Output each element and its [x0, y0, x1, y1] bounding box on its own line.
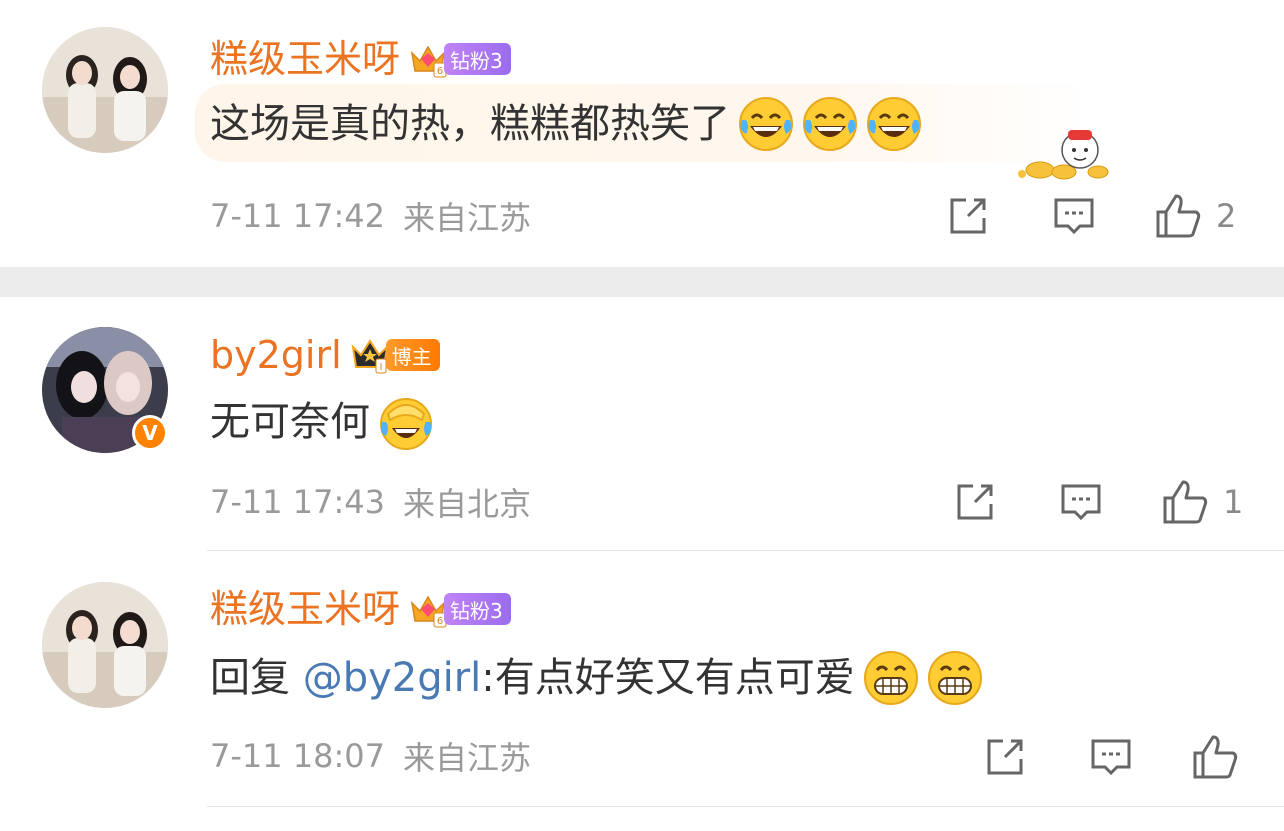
share-button[interactable] — [983, 735, 1027, 779]
blogger-badge[interactable]: I 博主 — [350, 335, 440, 375]
comment-actions: 2 — [946, 189, 1236, 243]
comment-actions: 1 — [953, 475, 1243, 529]
fan-badge[interactable]: 6 钻粉3 — [408, 589, 511, 629]
svg-text:6: 6 — [437, 616, 443, 627]
comment-location: 来自江苏 — [403, 739, 532, 777]
comment-item: 糕级玉米呀 6 钻粉3 回复 @by2girl:有点好笑又有点可爱 7-11 1… — [0, 551, 1284, 807]
share-button[interactable] — [946, 194, 990, 238]
comment-time: 7-11 17:42 — [210, 197, 386, 235]
fortune-doll-icon — [1018, 130, 1109, 180]
comment-item: 糕级玉米呀 6 钻粉3 这场是真的热，糕糕都热笑了 7-11 17:42 来自江… — [0, 0, 1284, 267]
user-mention[interactable]: @by2girl — [303, 655, 482, 701]
laugh-cry-emoji — [867, 97, 921, 151]
avatar[interactable] — [42, 582, 168, 708]
thumbs-up-icon — [1156, 194, 1201, 238]
comment-icon — [1091, 739, 1131, 776]
verified-badge: V — [132, 415, 168, 451]
comment-header: 糕级玉米呀 6 钻粉3 — [210, 36, 511, 82]
comment-content: 无可奈何 — [210, 392, 434, 452]
svg-text:6: 6 — [437, 66, 443, 77]
like-button[interactable]: 1 — [1161, 478, 1243, 526]
avatar[interactable] — [42, 27, 168, 153]
comment-text: 这场是真的热，糕糕都热笑了 — [210, 101, 730, 147]
like-button[interactable] — [1191, 733, 1239, 781]
comment-icon — [1054, 198, 1094, 235]
comment-location: 来自北京 — [403, 485, 532, 523]
comment-item: V by2girl I 博主 无可奈何 7-11 17:43 来自北京 1 — [0, 297, 1284, 551]
reply-button[interactable] — [1052, 194, 1096, 238]
reply-prefix: 回复 — [210, 655, 303, 701]
comment-header: 糕级玉米呀 6 钻粉3 — [210, 586, 511, 632]
share-button[interactable] — [953, 480, 997, 524]
fan-badge[interactable]: 6 钻粉3 — [408, 39, 511, 79]
section-divider — [0, 267, 1284, 297]
diamond-crown-icon: 6 — [410, 45, 447, 78]
blogger-badge-label: 博主 — [385, 339, 440, 371]
thumbs-up-icon — [1193, 735, 1238, 779]
comment-content: 这场是真的热，糕糕都热笑了 — [210, 94, 922, 154]
like-button[interactable]: 2 — [1154, 192, 1236, 240]
grin-emoji — [863, 651, 918, 705]
grin-emoji — [927, 651, 982, 705]
comment-text: 无可奈何 — [210, 399, 370, 445]
share-icon — [950, 198, 986, 234]
comment-location: 来自江苏 — [403, 199, 532, 237]
comment-content: 回复 @by2girl:有点好笑又有点可爱 — [210, 648, 983, 708]
comment-time: 7-11 18:07 — [210, 737, 386, 775]
reply-button[interactable] — [1059, 480, 1103, 524]
share-icon — [987, 739, 1023, 775]
crown-star-icon: I — [351, 339, 389, 374]
laugh-cry-emoji — [803, 97, 857, 151]
facepalm-laugh-emoji — [380, 398, 432, 450]
share-icon — [957, 484, 993, 520]
fan-badge-label: 钻粉3 — [444, 593, 511, 625]
comment-icon — [1061, 484, 1101, 521]
comment-header: by2girl I 博主 — [210, 332, 440, 378]
comment-meta: 7-11 17:43 来自北京 — [210, 480, 531, 524]
diamond-crown-icon: 6 — [410, 595, 447, 628]
comment-text: :有点好笑又有点可爱 — [481, 655, 855, 701]
username[interactable]: 糕级玉米呀 — [210, 36, 400, 82]
comment-text-reply: 回复 @by2girl:有点好笑又有点可爱 — [210, 648, 855, 708]
username[interactable]: by2girl — [210, 332, 342, 378]
reply-button[interactable] — [1089, 735, 1133, 779]
comment-actions — [983, 730, 1239, 784]
comment-time: 7-11 17:43 — [210, 483, 386, 521]
laugh-cry-emoji — [739, 97, 793, 151]
comment-divider — [207, 806, 1284, 807]
thumbs-up-icon — [1163, 480, 1208, 524]
username[interactable]: 糕级玉米呀 — [210, 586, 400, 632]
comment-meta: 7-11 17:42 来自江苏 — [210, 194, 531, 238]
fan-badge-label: 钻粉3 — [444, 43, 511, 75]
comment-meta: 7-11 18:07 来自江苏 — [210, 734, 531, 778]
svg-text:I: I — [379, 362, 382, 373]
like-count: 1 — [1223, 483, 1244, 521]
like-count: 2 — [1216, 197, 1237, 235]
